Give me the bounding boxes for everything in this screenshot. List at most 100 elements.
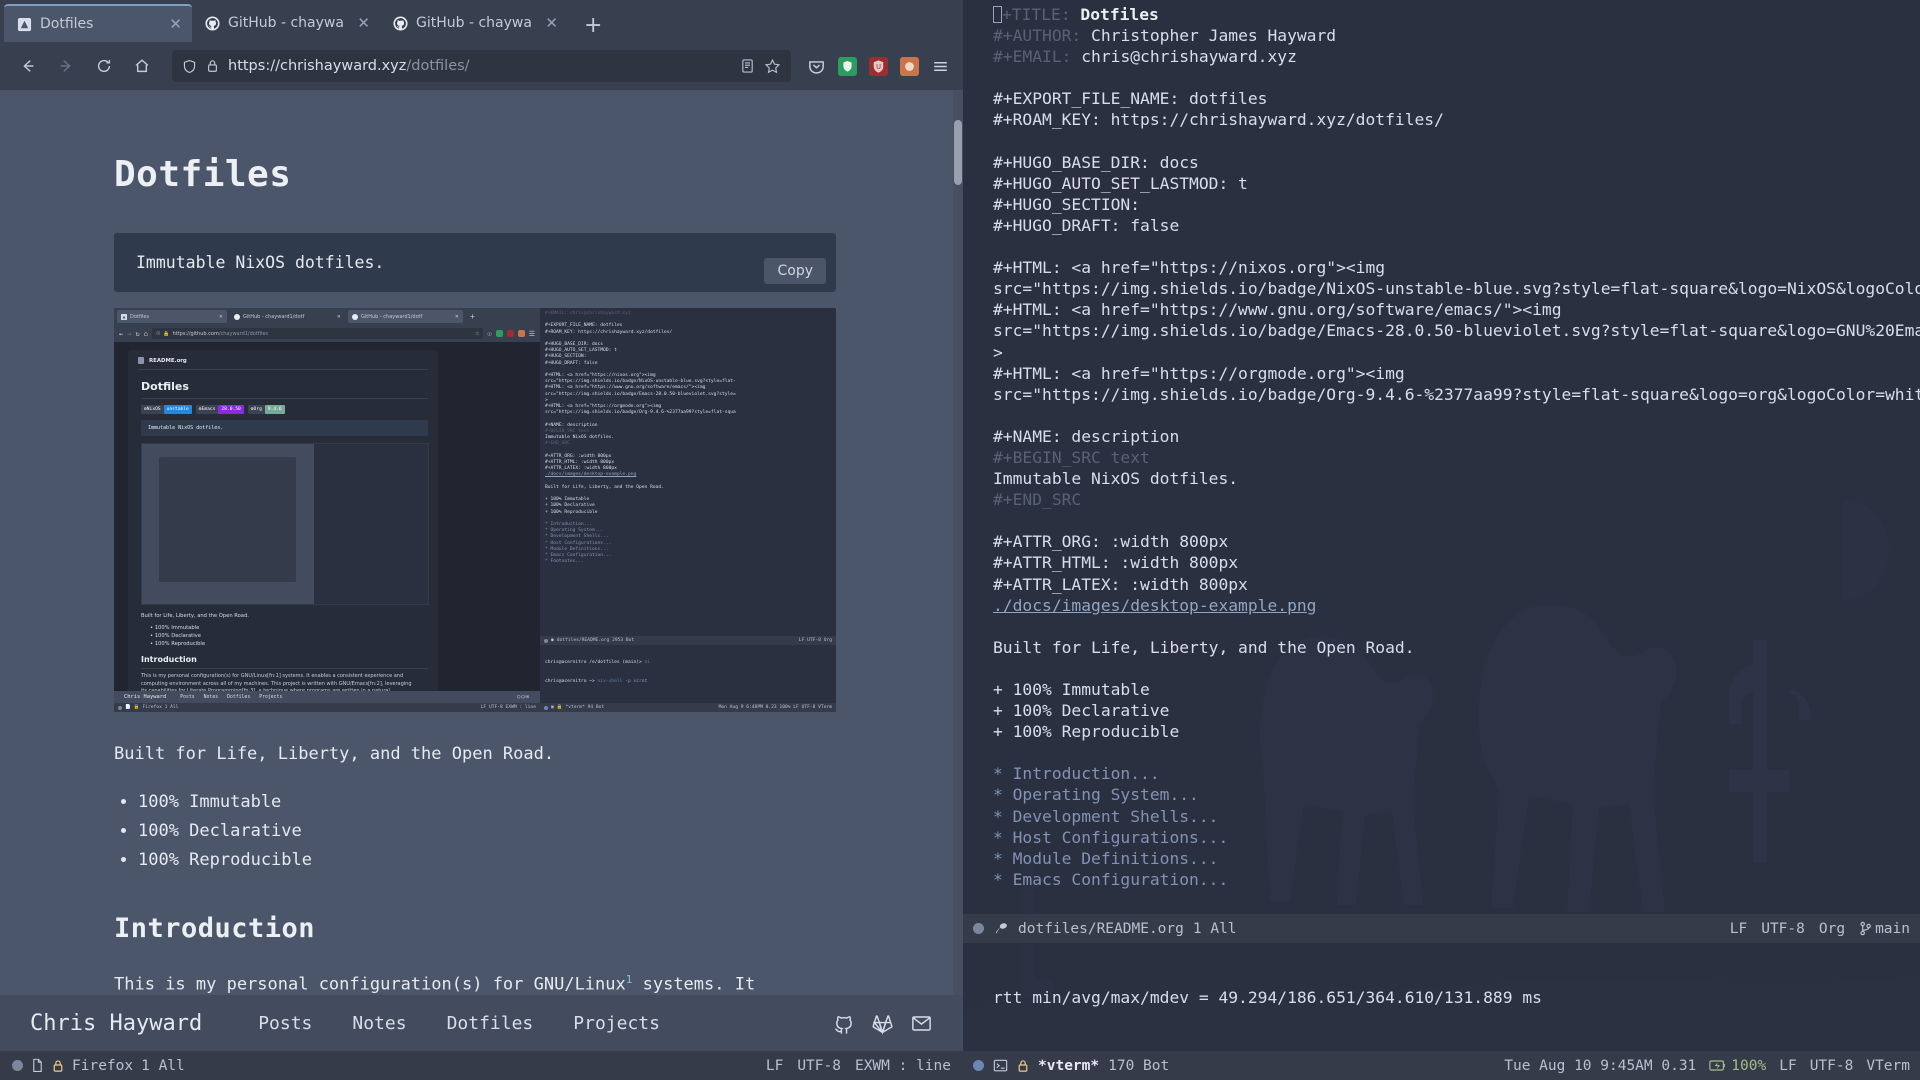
org-segment: src="https://img.shields.io/badge/Org-9.… — [993, 384, 1920, 404]
org-line: +TITLE: Dotfiles — [993, 4, 1920, 25]
org-segment: +TITLE: — [1002, 5, 1081, 24]
terminal-icon — [993, 1058, 1008, 1073]
footer-nav-dotfiles[interactable]: Dotfiles — [447, 1013, 534, 1034]
modeline-position: 1 All — [141, 1057, 185, 1074]
org-line: + 100% Immutable — [993, 679, 1920, 700]
scrollbar-thumb[interactable] — [954, 120, 962, 185]
reader-mode-icon[interactable] — [740, 58, 755, 74]
mini-address-bar: ☉ 🔒 https://github.com/chayward1/dotfiles… — [151, 328, 484, 339]
menu-icon[interactable] — [929, 55, 951, 77]
org-line — [993, 236, 1920, 257]
footer-nav-notes[interactable]: Notes — [352, 1013, 406, 1034]
page-scrollbar[interactable] — [953, 90, 963, 1080]
browser-tab-1[interactable]: GitHub - chayward1/dotfi ✕ — [192, 4, 380, 42]
footer-nav-projects[interactable]: Projects — [573, 1013, 660, 1034]
org-segment: #+HUGO_DRAFT: false — [993, 215, 1180, 235]
bookmark-star-icon[interactable] — [764, 58, 781, 75]
mini-section-heading: Introduction — [141, 655, 428, 669]
close-icon[interactable]: ✕ — [545, 14, 558, 32]
browser-tab-2[interactable]: GitHub - chayward1/dotfi ✕ — [380, 4, 568, 42]
org-line: #+EXPORT_FILE_NAME: dotfiles — [993, 88, 1920, 109]
org-segment: #+AUTHOR: — [993, 26, 1092, 46]
back-arrow-icon[interactable] — [12, 50, 44, 82]
new-tab-button[interactable]: + — [568, 13, 618, 42]
ublock-origin-icon[interactable]: U — [867, 55, 889, 77]
list-item: 100% Reproducible — [138, 846, 963, 875]
org-line: #+ATTR_LATEX: :width 800px — [993, 574, 1920, 595]
org-segment: * Development Shells... — [993, 806, 1219, 826]
org-segment: #+HUGO_AUTO_SET_LASTMOD: t — [993, 173, 1248, 193]
org-line — [993, 742, 1920, 763]
org-line: #+HUGO_BASE_DIR: docs — [993, 152, 1920, 173]
org-segment: + 100% Declarative — [993, 701, 1170, 721]
browser-tab-label: GitHub - chayward1/dotfi — [228, 15, 346, 31]
extension-icon[interactable] — [898, 55, 920, 77]
org-segment: + 100% Immutable — [993, 680, 1150, 699]
org-segment: > — [993, 342, 1003, 362]
mini-new-tab-button: + — [470, 312, 475, 321]
close-icon[interactable]: ✕ — [169, 15, 182, 33]
gitlab-icon[interactable] — [871, 1012, 894, 1035]
mini-features: • 100% Immutable • 100% Declarative • 10… — [150, 625, 206, 647]
org-line — [993, 405, 1920, 426]
org-line: src="https://img.shields.io/badge/Org-9.… — [993, 384, 1920, 405]
page-title: Dotfiles — [114, 154, 292, 195]
org-segment: #+BEGIN_SRC text — [993, 447, 1150, 467]
org-modeline-branch: main — [1875, 920, 1910, 937]
lock-icon[interactable] — [206, 59, 219, 73]
forward-arrow-icon[interactable] — [50, 50, 82, 82]
github-icon[interactable] — [832, 1012, 855, 1035]
list-item: 100% Immutable — [138, 788, 963, 817]
org-line: #+NAME: description — [993, 426, 1920, 447]
svg-text:U: U — [876, 62, 881, 70]
intro-text-a: This is my personal configuration(s) for… — [114, 974, 626, 995]
source-block: Immutable NixOS dotfiles. Copy — [114, 233, 836, 292]
mini-tab-0: Dotfiles ✕ — [117, 310, 227, 323]
vterm-modeline-position: 170 Bot — [1108, 1057, 1170, 1074]
org-line: #+HUGO_SECTION: — [993, 194, 1920, 215]
org-line: #+BEGIN_SRC text — [993, 447, 1920, 468]
mini-emacs: #+EMAIL: chris@chrishayward.xyz #+EXPORT… — [539, 308, 836, 712]
home-icon[interactable] — [126, 50, 158, 82]
org-line: src="https://img.shields.io/badge/Emacs-… — [993, 320, 1920, 341]
close-icon[interactable]: ✕ — [357, 14, 370, 32]
org-segment: * Introduction... — [993, 764, 1160, 784]
mini-tab-bar: Dotfiles ✕ GitHub - chayward1/dotf ✕ Git… — [114, 308, 540, 325]
pocket-icon[interactable] — [805, 55, 827, 77]
org-segment: #+HUGO_SECTION: — [993, 194, 1141, 214]
org-line: #+AUTHOR: Christopher James Hayward — [993, 25, 1920, 46]
address-bar[interactable]: https://chrishayward.xyz/dotfiles/ — [172, 50, 791, 82]
battery-charging-icon: 100% — [1709, 1058, 1766, 1074]
firefox-window: Dotfiles ✕ GitHub - chayward1/dotfi ✕ Gi… — [0, 0, 963, 1080]
footer-nav-posts[interactable]: Posts — [258, 1013, 312, 1034]
mini-badges: ⚙ NixOS unstable ⚙ Emacs 28.0.50 ⚙ Org 9.4.… — [138, 405, 428, 414]
footer-brand[interactable]: Chris Hayward — [30, 1011, 202, 1036]
vterm-buffer[interactable]: rtt min/avg/max/mdev = 49.294/186.651/36… — [963, 943, 1920, 1070]
org-segment[interactable]: ./docs/images/desktop-example.png — [993, 596, 1316, 615]
branch-icon: main — [1859, 921, 1910, 937]
shield-icon[interactable] — [182, 59, 197, 74]
org-segment: #+EXPORT_FILE_NAME: dotfiles — [993, 89, 1268, 109]
org-segment: src="https://img.shields.io/badge/NixOS-… — [993, 279, 1920, 299]
copy-button[interactable]: Copy — [764, 258, 826, 284]
reload-icon[interactable] — [88, 50, 120, 82]
clock: Tue Aug 10 9:45AM 0.31 — [1504, 1057, 1697, 1074]
email-icon[interactable] — [910, 1012, 933, 1035]
mini-firefox: Dotfiles ✕ GitHub - chayward1/dotf ✕ Git… — [114, 308, 540, 712]
org-buffer[interactable]: +TITLE: Dotfiles #+AUTHOR: Christopher Ja… — [963, 0, 1920, 914]
mini-footer-brand: Chris Hayward — [124, 694, 167, 700]
lock-icon — [1017, 1059, 1029, 1073]
org-segment: #+ATTR_ORG: :width 800px — [993, 532, 1229, 552]
org-line: + 100% Reproducible — [993, 721, 1920, 742]
section-heading-introduction: Introduction — [114, 913, 316, 945]
browser-tab-label: Dotfiles — [40, 16, 94, 32]
org-line: * Operating System... — [993, 784, 1920, 805]
mini-org-modeline: ● dotfiles/README.org 2953 Bot LF UTF-8 … — [539, 636, 836, 645]
mini-tab-label: GitHub - chayward1/dotf — [243, 313, 305, 320]
browser-navigation-bar: https://chrishayward.xyz/dotfiles/ U — [0, 42, 963, 90]
vterm-modeline-eol: LF — [1779, 1057, 1797, 1074]
org-line: ./docs/images/desktop-example.png — [993, 595, 1920, 616]
bitwarden-icon[interactable] — [836, 55, 858, 77]
browser-tab-0[interactable]: Dotfiles ✕ — [4, 4, 192, 42]
org-line: Immutable NixOS dotfiles. — [993, 468, 1920, 489]
